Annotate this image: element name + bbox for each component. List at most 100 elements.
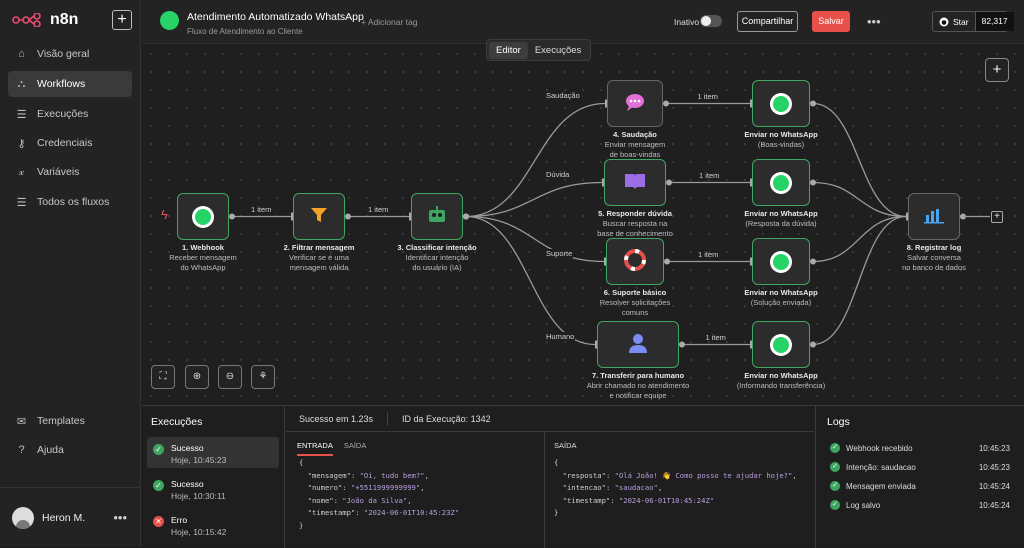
n8n-logo[interactable]: n8n [12, 11, 78, 29]
node-label: Enviar no WhatsApp (Boas-vindas) [711, 130, 851, 150]
add-tag-button[interactable]: + Adicionar tag [361, 17, 417, 27]
save-button[interactable]: Salvar [812, 11, 850, 32]
active-toggle[interactable] [700, 15, 722, 27]
sidebar: n8n + Heron M. ••• ⌂ Visão geral ⛬ Workflow… [0, 0, 141, 547]
node-wa3[interactable] [752, 238, 810, 285]
github-star-button[interactable]: Star 82,317 [932, 11, 1014, 32]
node-wa4[interactable] [752, 321, 810, 368]
tab-output[interactable]: SAÍDA [344, 441, 367, 456]
output-handle[interactable] [666, 179, 672, 186]
workflow-title[interactable]: Atendimento Automatizado WhatsApp [187, 11, 364, 23]
node-title: 6. Suporte básico [603, 288, 667, 297]
node-log[interactable] [908, 193, 960, 240]
json-key: "mensagem" [307, 470, 351, 480]
node-greet[interactable] [607, 80, 663, 127]
node-label: 4. Saudação Enviar mensagem de boas-vindas [565, 130, 705, 160]
edge-item-count: 1 item [368, 204, 389, 214]
execution-item[interactable]: ✕ Erro Hoje, 10:15:42 [147, 509, 279, 540]
add-connection-icon[interactable]: + [991, 210, 1003, 223]
more-icon[interactable]: ••• [113, 510, 127, 525]
chat-bubble-icon [624, 92, 646, 115]
robot-icon [426, 205, 448, 228]
node-description: e notificar equipe [609, 391, 667, 400]
workflow-subtitle: Fluxo de Atendimento ao Cliente [187, 27, 303, 36]
add-node-button[interactable]: + [985, 58, 1009, 82]
key-icon: ⚷ [17, 137, 26, 150]
tab-editor[interactable]: Editor [489, 41, 528, 59]
node-support[interactable] [606, 238, 664, 285]
branch-label: Saudação [545, 91, 581, 100]
node-webhook[interactable] [177, 193, 229, 240]
tab-input[interactable]: ENTRADA [297, 441, 333, 456]
share-button[interactable]: Compartilhar [737, 11, 798, 32]
output-handle[interactable] [463, 213, 469, 220]
node-human[interactable] [597, 321, 679, 368]
sidebar-item-label: Todos os fluxos [37, 196, 110, 208]
json-line: "mensagem": "Oi, tudo bem?", [307, 470, 429, 480]
execution-detail: Sucesso em 1.23s ID da Execução: 1342 EN… [286, 406, 814, 548]
node-title: 4. Saudação [613, 130, 657, 139]
sidebar-item-6[interactable]: ☰ Todos os fluxos [8, 189, 132, 215]
tab-executions[interactable]: Execuções [528, 42, 588, 59]
help-icon: ? [18, 444, 25, 456]
filter-icon [309, 205, 329, 228]
chart-icon [923, 206, 945, 227]
execution-item[interactable]: ✓ Sucesso Hoje, 10:30:11 [147, 473, 279, 504]
sidebar-item-5[interactable]: 𝓍 Variáveis [8, 159, 132, 185]
json-value: "+5511999999999" [350, 483, 421, 492]
sidebar-item-1[interactable]: ⌂ Visão geral [8, 41, 132, 67]
node-title: Enviar no WhatsApp [744, 371, 818, 380]
output-handle[interactable] [810, 100, 816, 107]
node-description: (Boas-vindas) [757, 140, 805, 149]
executions-title: Execuções [151, 416, 203, 428]
zoom-in-icon[interactable]: ⊕ [185, 365, 209, 389]
node-classify[interactable] [411, 193, 463, 240]
sidebar-item-label: Visão geral [37, 48, 90, 60]
tidy-up-icon[interactable]: ⚘ [251, 365, 275, 389]
node-description: base de conhecimento [597, 229, 673, 238]
sidebar-item-4[interactable]: ⚷ Credenciais [8, 130, 132, 156]
more-icon[interactable]: ••• [867, 14, 881, 29]
output-handle[interactable] [810, 341, 816, 348]
sidebar-item-ajuda[interactable]: ? Ajuda [8, 437, 132, 463]
node-wa1[interactable] [752, 80, 810, 127]
new-workflow-button[interactable]: + [112, 10, 132, 30]
output-handle[interactable] [229, 213, 235, 220]
output-handle[interactable] [664, 258, 670, 265]
node-filter[interactable] [293, 193, 345, 240]
zoom-out-icon[interactable]: ⊖ [218, 365, 242, 389]
node-description: Enviar mensagem [604, 140, 666, 149]
node-title: Enviar no WhatsApp [744, 130, 818, 139]
sidebar-item-templates[interactable]: ✉ Templates [8, 408, 132, 434]
sidebar-item-3[interactable]: ☰ Execuções [8, 101, 132, 127]
user-menu[interactable]: Heron M. ••• [0, 487, 141, 547]
user-name: Heron M. [42, 511, 86, 524]
json-brace: } [299, 520, 304, 530]
edge-item-count: 1 item [705, 332, 726, 342]
execution-id: ID da Execução: 1342 [402, 413, 491, 424]
node-description: (Informando transferência) [736, 381, 826, 390]
node-wa2[interactable] [752, 159, 810, 206]
node-description: (Resposta da dúvida) [745, 219, 817, 228]
execution-status: Erro [171, 515, 188, 525]
node-label: 3. Classificar intenção Identificar inten… [367, 243, 507, 273]
log-text: Intenção: saudacao [846, 462, 916, 472]
github-icon [939, 17, 949, 26]
sidebar-item-label: Ajuda [37, 444, 64, 456]
json-line: "timestamp": "2024-06-01T10:45:23Z" [307, 508, 460, 517]
log-item: ✓ Mensagem enviada 10:45:24 [830, 481, 1010, 491]
success-icon: ✓ [153, 480, 164, 491]
output-handle[interactable] [810, 258, 816, 265]
output-handle[interactable] [679, 341, 685, 348]
output-handle[interactable] [810, 179, 816, 186]
output-handle[interactable] [345, 213, 351, 220]
sidebar-item-2[interactable]: ⛬ Workflows [8, 71, 132, 97]
connection-classify-greet [465, 102, 606, 218]
node-answer[interactable] [604, 159, 666, 206]
sidebar-item-label: Credenciais [37, 137, 93, 149]
execution-item[interactable]: ✓ Sucesso Hoje, 10:45:23 [147, 437, 279, 468]
workflow-canvas[interactable]: + ⛶ ⊕ ⊖ ⚘ 1. Webhook Receber mensagem do W… [142, 45, 1024, 405]
json-key: "resposta" [562, 470, 606, 480]
output-handle[interactable] [663, 100, 669, 107]
fit-view-icon[interactable]: ⛶ [151, 365, 175, 389]
